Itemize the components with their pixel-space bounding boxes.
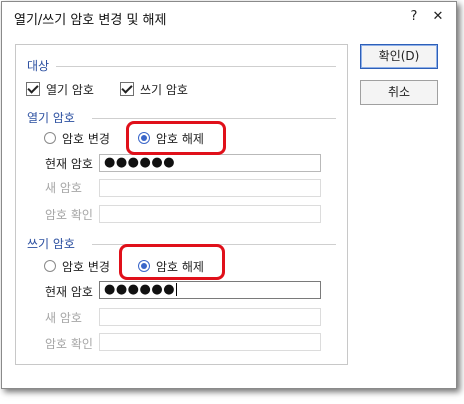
write-current-password-label: 현재 암호 (45, 285, 93, 299)
write-new-password-input[interactable] (99, 308, 321, 326)
write-change-radio[interactable]: 암호 변경 (44, 258, 110, 274)
write-change-radio-label: 암호 변경 (62, 259, 110, 274)
open-confirm-password-input[interactable] (99, 205, 321, 223)
radio-unchecked-icon (44, 132, 56, 144)
divider (56, 66, 336, 67)
open-password-section-label: 열기 암호 (27, 111, 75, 125)
checkbox-checked-icon (120, 82, 134, 96)
highlight-write-remove (119, 244, 225, 280)
radio-unchecked-icon (44, 260, 56, 272)
write-current-password-value: ●●●●●● (104, 282, 178, 298)
cancel-button[interactable]: 취소 (360, 80, 438, 105)
open-new-password-input[interactable] (99, 179, 321, 197)
title-bar: 열기/쓰기 암호 변경 및 해제 ? ✕ (2, 2, 456, 32)
dialog-title: 열기/쓰기 암호 변경 및 해제 (14, 13, 167, 28)
open-password-checkbox[interactable]: 열기 암호 (26, 81, 94, 97)
target-section-label: 대상 (27, 59, 50, 73)
write-password-checkbox-label: 쓰기 암호 (140, 82, 188, 97)
open-current-password-label: 현재 암호 (45, 157, 93, 171)
write-confirm-password-label: 암호 확인 (45, 337, 93, 351)
write-password-section-label: 쓰기 암호 (27, 237, 75, 251)
close-button[interactable]: ✕ (428, 7, 448, 27)
open-current-password-value: ●●●●●● (104, 155, 176, 170)
open-change-radio-label: 암호 변경 (62, 131, 110, 146)
text-caret (176, 283, 178, 296)
open-password-checkbox-label: 열기 암호 (46, 82, 94, 97)
options-panel: 대상 열기 암호 쓰기 암호 열기 암호 암호 변경 암호 해제 현재 암호 ●… (15, 44, 348, 365)
highlight-open-remove (126, 121, 226, 155)
ok-button[interactable]: 확인(D) (360, 44, 438, 69)
checkbox-checked-icon (26, 82, 40, 96)
write-password-checkbox[interactable]: 쓰기 암호 (120, 81, 188, 97)
write-confirm-password-input[interactable] (99, 333, 321, 351)
write-new-password-label: 새 암호 (45, 311, 82, 325)
open-change-radio[interactable]: 암호 변경 (44, 130, 110, 146)
divider (92, 118, 336, 119)
write-current-password-text: ●●●●●● (104, 282, 176, 297)
write-current-password-input[interactable]: ●●●●●● (99, 281, 321, 299)
open-current-password-input[interactable]: ●●●●●● (99, 154, 321, 172)
dialog-window: 열기/쓰기 암호 변경 및 해제 ? ✕ 대상 열기 암호 쓰기 암호 열기 암… (1, 1, 457, 389)
open-new-password-label: 새 암호 (45, 181, 82, 195)
help-button[interactable]: ? (404, 7, 424, 27)
open-confirm-password-label: 암호 확인 (45, 208, 93, 222)
